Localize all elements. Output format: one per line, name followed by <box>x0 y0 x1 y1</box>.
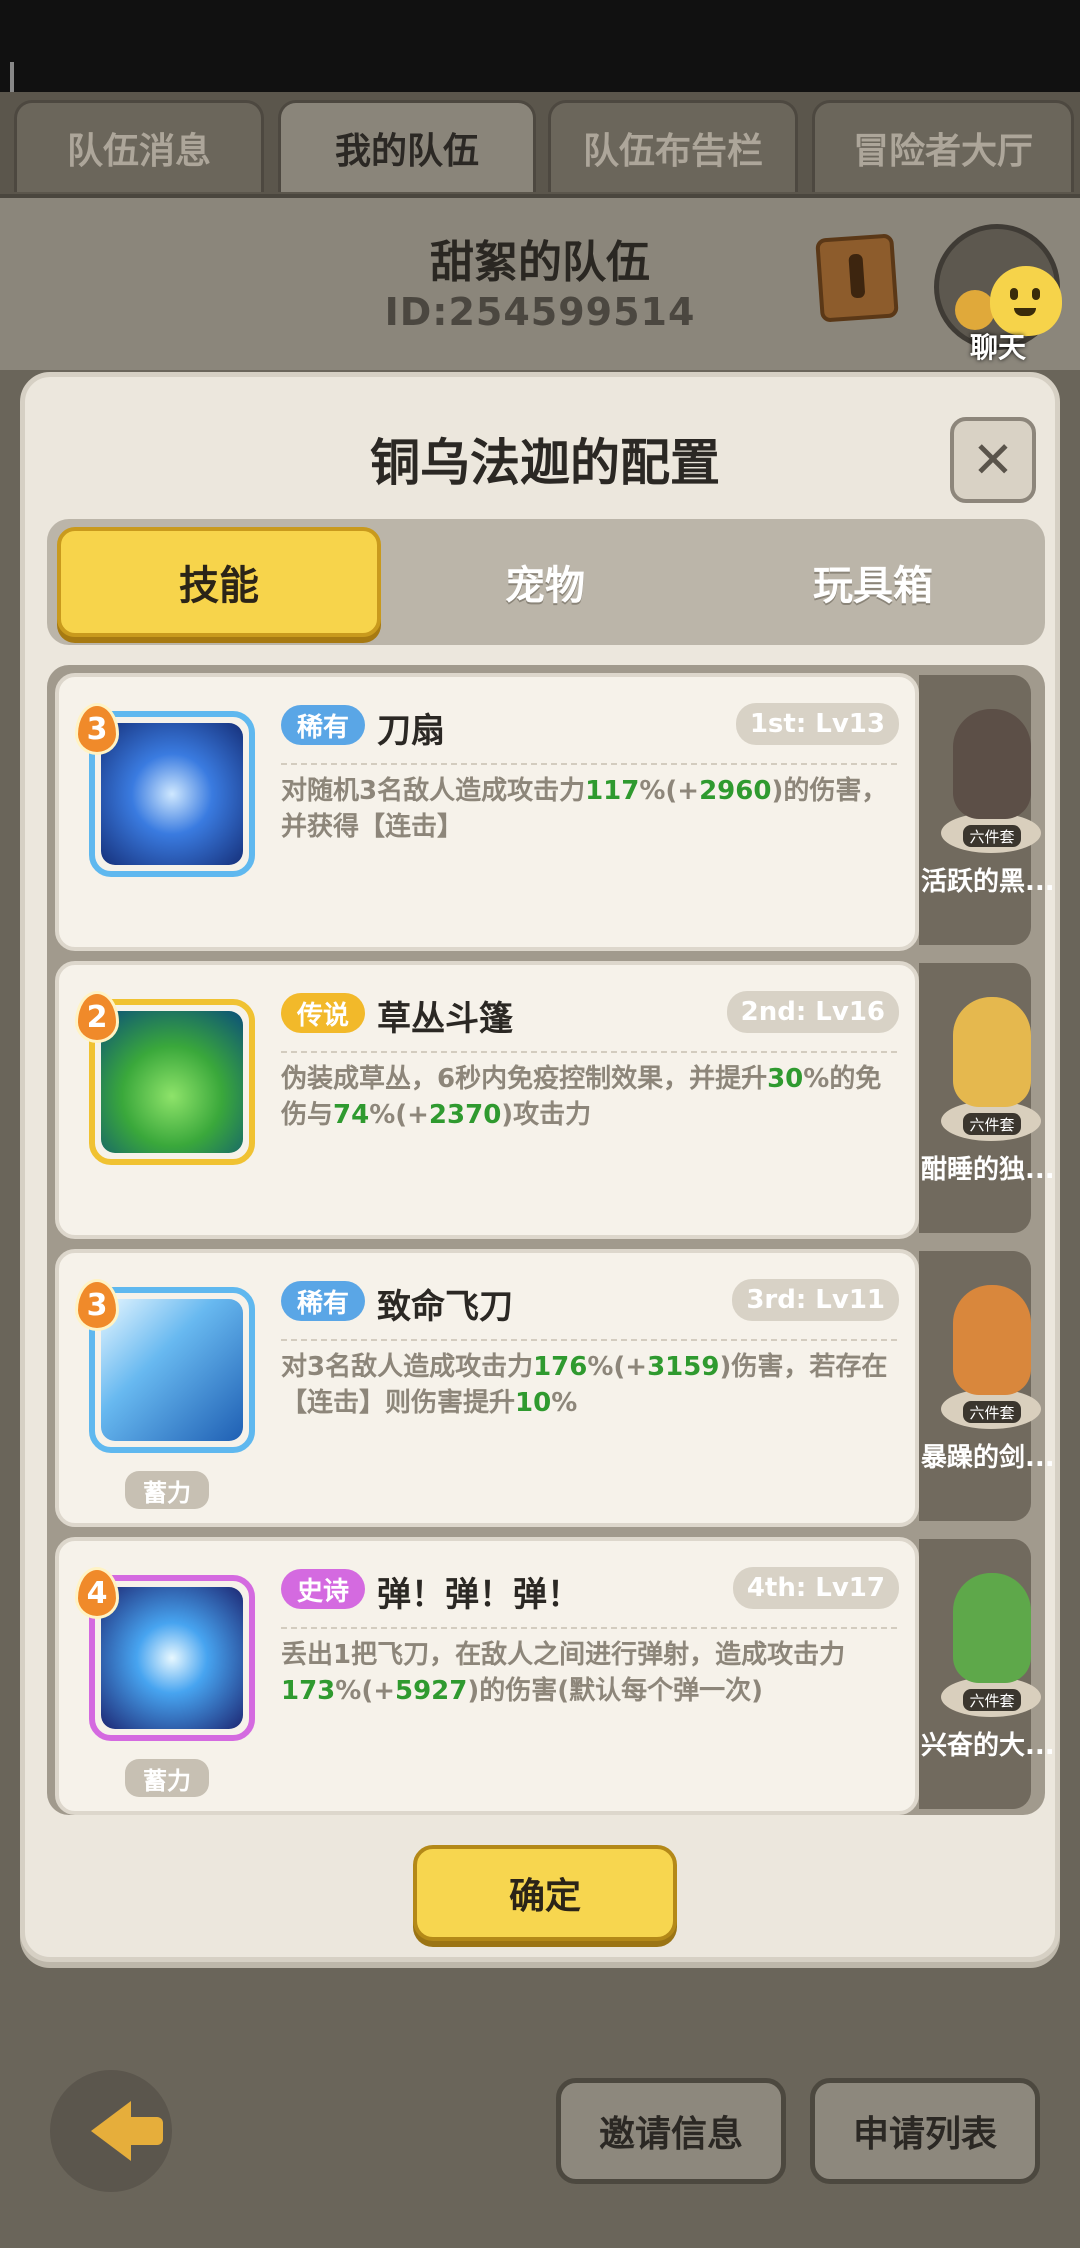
toy-figure-icon <box>953 1285 1031 1395</box>
skill-name: 弹！弹！弹！ <box>377 1575 581 1615</box>
back-arrow-icon <box>91 2101 163 2161</box>
confirm-button[interactable]: 确定 <box>413 1845 677 1941</box>
skill-slot-level: 4th: Lv17 <box>732 1567 899 1609</box>
invite-info-button[interactable]: 邀请信息 <box>556 2078 786 2184</box>
charge-tag: 蓄力 <box>125 1471 209 1509</box>
rarity-badge: 史诗 <box>281 1569 365 1609</box>
desc-part: %(+ <box>335 1676 395 1706</box>
config-dialog: 铜乌法迦的配置 ✕ 技能 宠物 玩具箱 3 稀有 刀扇 1st: Lv13 对随… <box>20 372 1060 1962</box>
team-name: 甜絮的队伍 <box>430 237 650 288</box>
tab-team-board[interactable]: 队伍布告栏 <box>548 100 798 192</box>
set-tag: 六件套 <box>963 1689 1021 1711</box>
skill-card[interactable]: 3 稀有 刀扇 1st: Lv13 对随机3名敌人造成攻击力117%(+2960… <box>55 673 919 951</box>
close-icon: ✕ <box>972 431 1014 489</box>
tab-pets[interactable]: 宠物 <box>383 527 707 637</box>
close-button[interactable]: ✕ <box>950 417 1036 503</box>
skill-name: 致命飞刀 <box>377 1287 513 1327</box>
desc-part: 对随机3名敌人造成攻击力 <box>281 776 586 806</box>
toy-name: 暴躁的剑... <box>921 1443 1055 1473</box>
desc-part: )的伤害(默认每个弹一次) <box>467 1676 764 1706</box>
skill-description: 伪装成草丛，6秒内免疫控制效果，并提升30%的免伤与74%(+2370)攻击力 <box>281 1061 897 1133</box>
dialog-title: 铜乌法迦的配置 <box>370 434 720 492</box>
desc-part: %(+ <box>369 1100 429 1130</box>
apply-list-button[interactable]: 申请列表 <box>810 2078 1040 2184</box>
skill-list: 3 稀有 刀扇 1st: Lv13 对随机3名敌人造成攻击力117%(+2960… <box>47 665 1055 1815</box>
toy-figure-icon <box>953 997 1031 1107</box>
desc-part: 117 <box>585 776 640 806</box>
desc-part: 伪装成草丛，6秒内免疫控制效果，并提升 <box>281 1064 768 1094</box>
desc-part: 2370 <box>428 1100 502 1130</box>
toy-set-panel[interactable]: 六件套 兴奋的大... <box>919 1539 1055 1809</box>
divider <box>281 1339 897 1341</box>
desc-part: %(+ <box>587 1352 648 1382</box>
skill-name: 草丛斗篷 <box>377 999 513 1039</box>
divider <box>281 1627 897 1629</box>
divider <box>281 763 897 765</box>
chat-label: 聊天 <box>970 331 1027 364</box>
desc-part: 30 <box>767 1064 804 1094</box>
toy-name: 活跃的黑... <box>921 867 1055 897</box>
toy-figure-icon <box>953 1573 1031 1683</box>
toy-name: 酣睡的独... <box>921 1155 1055 1185</box>
skill-slot-level: 1st: Lv13 <box>735 703 899 745</box>
skill-description: 对3名敌人造成攻击力176%(+3159)伤害，若存在【连击】则伤害提升10% <box>281 1349 897 1421</box>
chat-bubble-icon <box>955 290 995 330</box>
team-id: ID:254599514 <box>384 290 696 334</box>
rarity-badge: 传说 <box>281 993 365 1033</box>
toy-name: 兴奋的大... <box>921 1731 1055 1761</box>
desc-part: 3159 <box>647 1352 720 1382</box>
skill-name: 刀扇 <box>377 711 445 751</box>
tab-team-messages[interactable]: 队伍消息 <box>14 100 264 192</box>
divider <box>281 1051 897 1053</box>
dialog-tabs: 技能 宠物 玩具箱 <box>47 519 1045 645</box>
toy-set-panel[interactable]: 六件套 暴躁的剑... <box>919 1251 1055 1521</box>
rarity-badge: 稀有 <box>281 705 365 745</box>
set-tag: 六件套 <box>963 1113 1021 1135</box>
desc-part: % <box>551 1388 578 1418</box>
tab-my-team[interactable]: 我的队伍 <box>278 100 536 192</box>
status-bar <box>0 0 1080 150</box>
tab-adventurer-hall[interactable]: 冒险者大厅 <box>812 100 1074 192</box>
tab-toybox[interactable]: 玩具箱 <box>711 527 1035 637</box>
rarity-badge: 稀有 <box>281 1281 365 1321</box>
toy-set-panel[interactable]: 六件套 酣睡的独... <box>919 963 1055 1233</box>
desc-part: 丢出1把飞刀，在敌人之间进行弹射，造成攻击力 <box>281 1640 846 1670</box>
desc-part: 5927 <box>395 1676 468 1706</box>
desc-part: 10 <box>515 1388 552 1418</box>
skill-description: 对随机3名敌人造成攻击力117%(+2960)的伤害，并获得【连击】 <box>281 773 897 845</box>
skill-description: 丢出1把飞刀，在敌人之间进行弹射，造成攻击力 173%(+5927)的伤害(默认每… <box>281 1637 897 1709</box>
team-header: 甜絮的队伍 ID:254599514 <box>0 194 1080 370</box>
desc-part: %(+ <box>639 776 700 806</box>
desc-part: 176 <box>533 1352 588 1382</box>
skill-card[interactable]: 3 蓄力 稀有 致命飞刀 3rd: Lv11 对3名敌人造成攻击力176%(+3… <box>55 1249 919 1527</box>
desc-part: 对3名敌人造成攻击力 <box>281 1352 534 1382</box>
charge-tag: 蓄力 <box>125 1759 209 1797</box>
toy-set-panel[interactable]: 六件套 活跃的黑... <box>919 675 1055 945</box>
tab-skills[interactable]: 技能 <box>57 527 381 637</box>
back-button[interactable] <box>50 2070 172 2192</box>
skill-card[interactable]: 4 蓄力 史诗 弹！弹！弹！ 4th: Lv17 丢出1把飞刀，在敌人之间进行弹… <box>55 1537 919 1815</box>
desc-part: 74 <box>333 1100 370 1130</box>
desc-part: )攻击力 <box>501 1100 592 1130</box>
skill-slot-level: 2nd: Lv16 <box>726 991 899 1033</box>
top-tab-bar: 队伍消息 我的队伍 队伍布告栏 冒险者大厅 <box>0 92 1080 194</box>
toy-figure-icon <box>953 709 1031 819</box>
desc-part: 173 <box>281 1676 336 1706</box>
set-tag: 六件套 <box>963 825 1021 847</box>
scroll-icon[interactable] <box>815 233 899 323</box>
desc-part: 2960 <box>699 776 772 806</box>
set-tag: 六件套 <box>963 1401 1021 1423</box>
skill-slot-level: 3rd: Lv11 <box>732 1279 899 1321</box>
skill-card[interactable]: 2 传说 草丛斗篷 2nd: Lv16 伪装成草丛，6秒内免疫控制效果，并提升3… <box>55 961 919 1239</box>
